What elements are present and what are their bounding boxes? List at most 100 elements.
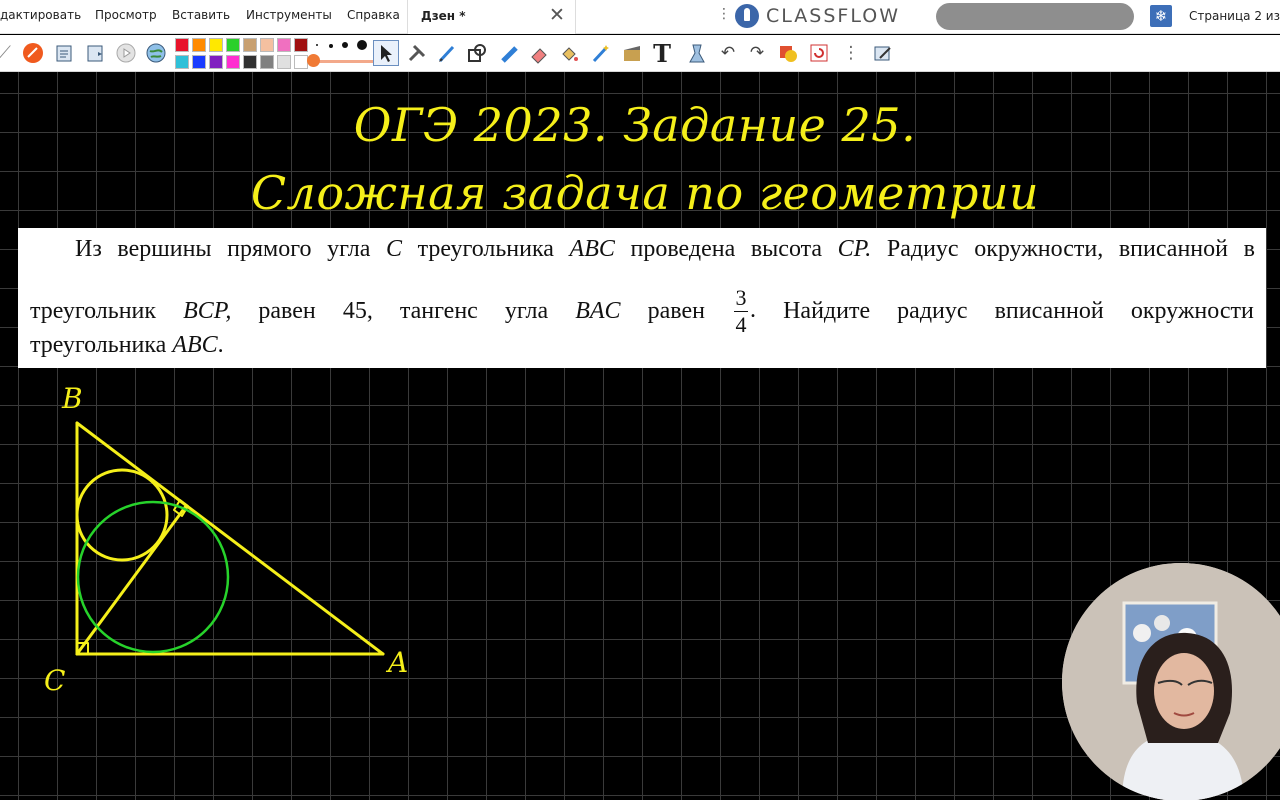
menu-insert[interactable]: Вставить — [172, 8, 230, 22]
var-abc: ABC — [569, 236, 615, 262]
more-icon[interactable]: ⋮ — [838, 40, 864, 66]
problem-line-3: треугольника ABC. — [30, 332, 224, 359]
edit-icon[interactable] — [870, 40, 896, 66]
color-swatch-tan[interactable] — [243, 38, 257, 52]
text-icon[interactable]: T — [649, 39, 675, 68]
word: треугольник — [30, 298, 157, 324]
pen-size-4[interactable] — [357, 40, 367, 50]
color-swatch-purple[interactable] — [209, 55, 223, 69]
label-a: A — [385, 646, 408, 679]
pen-size-3[interactable] — [342, 42, 348, 48]
pen-icon[interactable] — [434, 40, 460, 66]
word: высота — [750, 236, 823, 262]
period: . — [217, 332, 224, 358]
clear-icon[interactable] — [684, 40, 710, 66]
pen-size-2[interactable] — [329, 44, 333, 48]
word: треугольника — [30, 332, 173, 358]
word: вписанной — [994, 298, 1104, 324]
color-swatch-darkred[interactable] — [294, 38, 308, 52]
color-swatch-black[interactable] — [243, 55, 257, 69]
undo-icon[interactable]: ↶ — [715, 40, 741, 66]
word: угла — [504, 298, 549, 324]
record-icon[interactable] — [113, 40, 139, 66]
fraction: 34. — [732, 286, 756, 337]
word: равен — [258, 298, 316, 324]
clapper-icon[interactable] — [619, 40, 645, 66]
pin-icon[interactable]: ⟋ — [0, 40, 18, 66]
label-c: C — [44, 664, 65, 697]
menu-view[interactable]: Просмотр — [95, 8, 157, 22]
eraser-icon[interactable] — [526, 40, 552, 66]
presenter-video — [1062, 563, 1280, 800]
stamp-icon[interactable] — [775, 40, 801, 66]
incircle-abc — [76, 500, 230, 654]
word: окружности — [1130, 298, 1254, 324]
snowflake-icon[interactable]: ❄ — [1150, 5, 1172, 27]
pen-size-1[interactable] — [316, 44, 318, 46]
brand-name: CLASSFLOW — [766, 5, 900, 27]
color-swatch-orange[interactable] — [192, 38, 206, 52]
side-ba — [75, 421, 385, 656]
shapes-icon[interactable] — [464, 40, 490, 66]
var-abc: ABC — [172, 332, 218, 358]
webcam-overlay — [1062, 563, 1280, 800]
fill-icon[interactable] — [556, 40, 582, 66]
word: проведена — [630, 236, 736, 262]
word: окружности, — [974, 236, 1104, 262]
highlighter-icon[interactable] — [496, 40, 522, 66]
fraction-numerator: 3 — [735, 285, 747, 310]
word: Радиус — [886, 236, 959, 262]
word: радиус — [897, 298, 968, 324]
problem-line-1: Из вершины прямого угла C треугольника A… — [75, 236, 1255, 263]
open-icon[interactable] — [52, 40, 78, 66]
incircle-bcp — [75, 468, 169, 562]
menu-help[interactable]: Справка — [347, 8, 400, 22]
select-icon[interactable] — [373, 40, 399, 66]
tools-icon[interactable] — [404, 40, 430, 66]
save-icon[interactable] — [82, 40, 108, 66]
word: треугольника — [417, 236, 554, 262]
word: вершины — [117, 236, 212, 262]
color-swatch-blue[interactable] — [192, 55, 206, 69]
var-c: C — [385, 236, 402, 262]
color-swatch-red[interactable] — [175, 38, 189, 52]
color-swatch-green[interactable] — [226, 38, 240, 52]
color-swatch-lightgray[interactable] — [277, 55, 291, 69]
word: Из — [75, 236, 102, 262]
period: . — [750, 297, 757, 324]
word: прямого — [227, 236, 312, 262]
globe-icon[interactable] — [143, 40, 169, 66]
pen-size-slider-knob[interactable] — [307, 54, 320, 67]
color-swatch-magenta[interactable] — [226, 55, 240, 69]
color-swatch-gray[interactable] — [260, 55, 274, 69]
value-45: 45, — [342, 298, 373, 324]
menu-tools[interactable]: Инструменты — [246, 8, 332, 22]
problem-statement: Из вершины прямого угла C треугольника A… — [18, 228, 1266, 368]
word: Найдите — [783, 298, 871, 324]
tab-dzen[interactable]: Дзен * ✕ — [407, 0, 576, 34]
color-swatch-yellow[interactable] — [209, 38, 223, 52]
classflow-logo-icon — [735, 4, 759, 28]
menu-edit[interactable]: дактировать — [0, 8, 81, 22]
color-swatch-peach[interactable] — [260, 38, 274, 52]
problem-line-2: треугольник BCP, равен 45, тангенс угла … — [30, 286, 1254, 337]
color-swatch-cyan[interactable] — [175, 55, 189, 69]
tab-label: Дзен * — [421, 9, 466, 23]
pen-circle-icon[interactable] — [20, 40, 46, 66]
toolbar: ⟋ T ↶ ↷ ⋮ — [0, 35, 1280, 72]
refresh-icon[interactable] — [806, 40, 832, 66]
menu-bar: дактировать Просмотр Вставить Инструмент… — [0, 0, 1280, 34]
word: тангенс — [399, 298, 478, 324]
pen-size-slider[interactable] — [311, 60, 373, 63]
color-swatch-white[interactable] — [294, 55, 308, 69]
word: угла — [327, 236, 371, 262]
user-field[interactable] — [936, 3, 1134, 30]
close-tab-icon[interactable]: ✕ — [549, 4, 565, 26]
color-swatch-pink[interactable] — [277, 38, 291, 52]
kebab-menu-icon[interactable]: ⋮ — [717, 6, 731, 22]
magic-pen-icon[interactable] — [588, 40, 614, 66]
word: вписанной — [1118, 236, 1228, 262]
altitude-cp — [75, 504, 188, 656]
var-bac: BAC — [575, 298, 621, 324]
redo-icon[interactable]: ↷ — [744, 40, 770, 66]
